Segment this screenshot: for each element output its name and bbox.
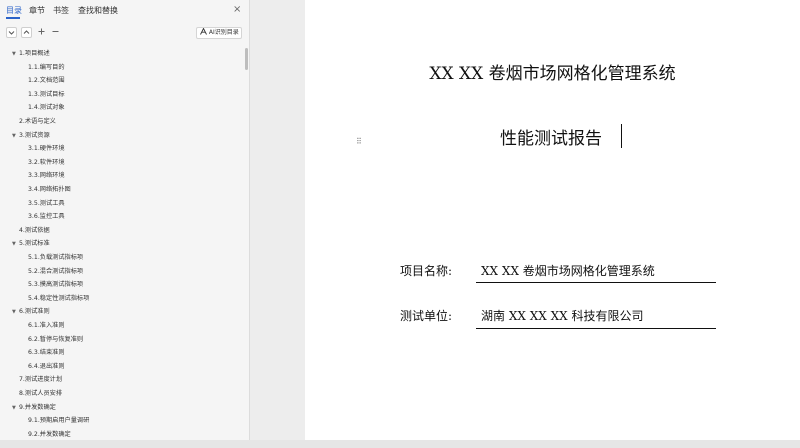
expand-caret-icon[interactable]: ▼ [12,130,16,142]
project-name-underline [476,282,716,283]
toc-item[interactable]: 5.3.摸高测试指标项 [28,279,83,291]
toc-item[interactable]: 9.2.并发数确定 [28,429,71,440]
test-unit-value: 湖南 XX XX XX 科技有限公司 [481,309,644,323]
project-name-value: XX XX 卷烟市场网格化管理系统 [481,264,655,278]
tab-chapters[interactable]: 章节 [29,5,45,16]
tab-toc[interactable]: 目录 [6,5,22,16]
toc-item[interactable]: 9.并发数确定 [19,402,56,414]
status-bar [0,440,800,448]
toc-item[interactable]: 7.测试进度计划 [19,374,62,386]
toc-item[interactable]: 6.4.退出准则 [28,361,65,373]
active-tab-indicator [6,17,20,19]
tab-bookmarks[interactable]: 书签 [53,5,69,16]
toc-tree: ▼ 1.项目概述 1.1.编写目的 1.2.文档范围 1.3.测试目标 1.4.测试对象 2… [0,48,244,440]
expand-caret-icon[interactable]: ▼ [12,402,16,414]
add-heading-button[interactable] [36,27,47,38]
toc-item[interactable]: 6.2.暂停与恢复准则 [28,334,83,346]
close-pane-button[interactable]: × [233,4,241,15]
collapse-all-button[interactable] [6,27,17,38]
document-subtitle: 性能测试报告 [500,129,602,149]
toc-item[interactable]: 9.1.预期启用户量调研 [28,415,89,427]
toc-item[interactable]: 4.测试依据 [19,225,50,237]
toc-item[interactable]: 3.3.网络环境 [28,170,65,182]
toc-item[interactable]: 1.4.测试对象 [28,102,65,114]
text-cursor [621,124,622,148]
toc-item[interactable]: 6.1.准入准则 [28,320,65,332]
expand-all-button[interactable] [21,27,32,38]
toc-item[interactable]: 5.测试标准 [19,238,50,250]
remove-heading-button[interactable] [50,27,61,38]
minus-icon [52,31,59,32]
drag-handle-icon[interactable]: ⠿ [356,137,362,146]
toc-item[interactable]: 1.3.测试目标 [28,89,65,101]
toc-item[interactable]: 3.4.网络拓扑图 [28,184,71,196]
plus-icon [38,28,45,35]
toc-toolbar: AI识别目录 [0,27,250,41]
nav-tabs: 目录 章节 书签 查找和替换 × [0,0,250,20]
toc-item[interactable]: 2.术语与定义 [19,116,56,128]
document-title: XX XX 卷烟市场网格化管理系统 [429,64,676,84]
document-page[interactable]: XX XX 卷烟市场网格化管理系统 ⠿ 性能测试报告 项目名称: XX XX 卷… [305,0,800,440]
test-unit-label: 测试单位: [400,309,453,323]
toc-item[interactable]: 1.2.文档范围 [28,75,65,87]
toc-item[interactable]: 6.测试准则 [19,306,50,318]
toc-item[interactable]: 5.1.负载测试指标项 [28,252,83,264]
toc-item[interactable]: 3.5.测试工具 [28,198,65,210]
toc-item[interactable]: 3.6.监控工具 [28,211,65,223]
navigation-pane: 目录 章节 书签 查找和替换 × AI识别目录 ▼ 1.项目概述 1.1.编写目的 1… [0,0,250,448]
ai-toc-button[interactable]: AI识别目录 [196,27,242,39]
toc-item[interactable]: 3.测试资源 [19,130,50,142]
toc-item[interactable]: 6.3.结束准则 [28,347,65,359]
expand-caret-icon[interactable]: ▼ [12,238,16,250]
toc-item[interactable]: 3.1.硬件环境 [28,143,65,155]
toc-item[interactable]: 5.4.稳定性测试指标项 [28,293,89,305]
toc-item[interactable]: 1.1.编写目的 [28,62,65,74]
toc-item[interactable]: 8.测试人员安排 [19,388,62,400]
tab-find-replace[interactable]: 查找和替换 [78,5,118,16]
chevron-down-icon [8,31,15,35]
ai-toc-label: AI识别目录 [208,29,239,36]
test-unit-underline [476,328,716,329]
toc-item[interactable]: 3.2.软件环境 [28,157,65,169]
ai-icon [200,27,207,35]
toc-item[interactable]: 5.2.混合测试指标项 [28,266,83,278]
chevron-up-icon [23,30,30,34]
project-name-label: 项目名称: [400,264,453,278]
expand-caret-icon[interactable]: ▼ [12,48,16,60]
toc-scrollbar[interactable] [245,48,248,70]
expand-caret-icon[interactable]: ▼ [12,306,16,318]
toc-item[interactable]: 1.项目概述 [19,48,50,60]
